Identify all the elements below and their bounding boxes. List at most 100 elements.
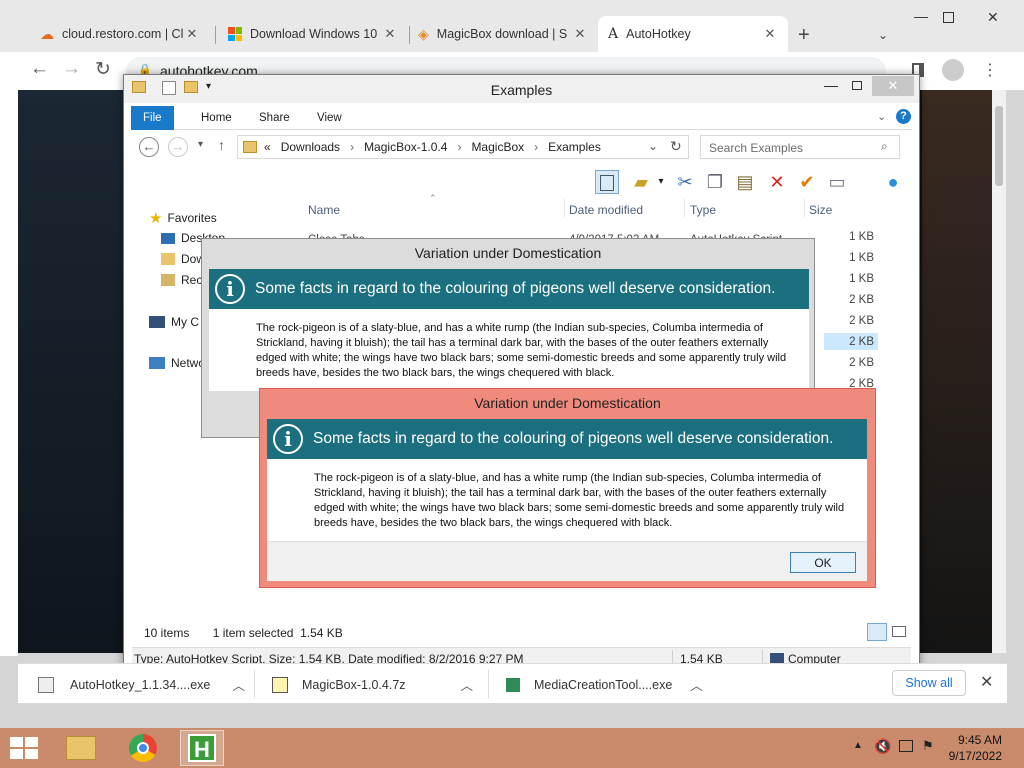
refresh-icon[interactable]: ↻ [670,138,682,155]
clock-time[interactable]: 9:45 AM [950,733,1002,747]
close-tab-icon[interactable]: ✕ [572,26,588,42]
back-arrow-icon[interactable]: ← [139,137,159,157]
file-size: 1 KB [849,252,874,264]
maximize-icon[interactable] [852,81,862,90]
ribbon-tab-home[interactable]: Home [189,106,244,130]
download-name: AutoHotkey_1.1.34....exe [70,677,211,692]
copy-icon[interactable]: ❐ [703,170,727,194]
maximize-icon[interactable] [943,12,954,23]
back-arrow-icon[interactable]: ← [30,58,49,80]
large-icons-view-icon[interactable] [892,626,906,637]
delete-icon[interactable]: ✕ [765,170,789,194]
chevron-up-icon[interactable]: ︿ [461,675,474,694]
ribbon-tab-file[interactable]: File [131,106,174,130]
close-window-button[interactable]: ✕ [872,76,914,96]
download-item-mediacreationtool[interactable]: MediaCreationTool....exe ︿ [506,675,703,694]
nav-recent[interactable]: Rec [161,273,202,287]
nav-label: Rec [181,273,203,287]
browser-tab-magicbox[interactable]: ◈ MagicBox download | S ✕ [408,16,598,52]
minimize-icon[interactable]: — [824,77,838,93]
profile-avatar-icon[interactable] [942,59,964,81]
autohotkey-taskbar-icon[interactable]: H [180,730,224,766]
forward-arrow-icon[interactable]: → [168,137,188,157]
nav-downloads[interactable]: Dow [161,252,205,266]
star-icon: ★ [149,210,163,227]
chevron-up-icon[interactable]: ︿ [232,675,245,694]
download-item-magicbox[interactable]: MagicBox-1.0.4.7z ︿ [272,675,473,694]
column-header-name[interactable]: Name [308,203,340,217]
network-icon[interactable] [899,740,913,752]
close-window-icon[interactable]: ✕ [987,9,999,26]
show-all-button[interactable]: Show all [892,670,966,696]
breadcrumb-item[interactable]: MagicBox-1.0.4 [364,140,447,154]
breadcrumb-item[interactable]: Downloads [281,140,340,154]
dialog-heading: Some facts in regard to the colouring of… [313,430,834,447]
reload-icon[interactable]: ↻ [95,58,111,81]
paste-icon[interactable]: ▤ [733,170,757,194]
address-bar[interactable]: « Downloads › MagicBox-1.0.4 › MagicBox … [237,135,689,159]
expand-ribbon-icon[interactable]: ⌄ [877,110,886,123]
column-header-date[interactable]: Date modified [569,203,643,217]
checkmark-icon[interactable]: ✔ [795,170,819,194]
search-box[interactable]: Search Examples ⌕ [700,135,900,159]
preview-pane-icon[interactable] [595,170,619,194]
show-hidden-icons-icon[interactable]: ▲ [853,740,863,751]
browser-tab-restoro[interactable]: ☁ cloud.restoro.com | Clou ✕ [30,16,210,52]
address-dropdown-icon[interactable]: ⌄ [648,139,658,153]
help-icon[interactable]: ? [896,109,911,124]
up-arrow-icon[interactable]: ↑ [218,137,225,153]
globe-icon[interactable]: ● [881,170,905,194]
close-tab-icon[interactable]: ✕ [762,26,778,42]
cut-icon[interactable]: ✂ [673,170,697,194]
tab-separator [215,26,216,44]
tab-title: MagicBox download | S [436,27,568,41]
details-view-icon[interactable] [867,623,887,641]
download-item-autohotkey[interactable]: AutoHotkey_1.1.34....exe ︿ [38,675,245,694]
dialog-title: Variation under Domestication [414,245,602,261]
breadcrumb-item[interactable]: MagicBox [471,140,524,154]
column-header-type[interactable]: Type [690,203,716,217]
ok-button[interactable]: OK [790,552,856,573]
file-size: 1 KB [849,231,874,243]
minimize-icon[interactable]: — [914,8,928,24]
recent-locations-icon[interactable]: ▾ [198,139,203,150]
dialog-banner: i Some facts in regard to the colouring … [209,269,809,309]
page-scrollbar[interactable] [992,90,1006,653]
close-downloads-icon[interactable]: ✕ [980,672,993,692]
forward-arrow-icon[interactable]: → [62,58,81,80]
browser-tab-autohotkey[interactable]: A AutoHotkey ✕ [598,16,788,52]
installer-file-icon [506,677,520,692]
download-name: MagicBox-1.0.4.7z [302,677,406,692]
tab-title: cloud.restoro.com | Clou [62,27,184,41]
menu-kebab-icon[interactable]: ⋮ [982,60,998,80]
start-windows-icon[interactable] [10,737,38,759]
ribbon-tab-view[interactable]: View [305,106,354,130]
clock-date[interactable]: 9/17/2022 [946,749,1002,763]
nav-computer[interactable]: My C [149,315,199,329]
file-explorer-taskbar-icon[interactable] [58,730,102,766]
chrome-taskbar-icon[interactable] [121,730,165,766]
volume-muted-icon[interactable]: 🔇 [874,738,891,755]
column-header-size[interactable]: Size [809,203,832,217]
browser-tab-strip: ☁ cloud.restoro.com | Clou ✕ Download Wi… [0,0,1024,52]
close-tab-icon[interactable]: ✕ [382,26,398,42]
rename-icon[interactable]: ▭ [825,170,849,194]
new-tab-button[interactable]: + [798,24,810,47]
breadcrumb-overflow[interactable]: « [264,140,271,154]
windows-logo-icon [228,27,242,41]
dropdown-icon[interactable]: ▾ [649,170,673,194]
nav-label: My C [171,315,199,329]
tab-search-chevron-icon[interactable]: ⌄ [878,28,888,42]
browser-tab-windows10[interactable]: Download Windows 10 ✕ [218,16,408,52]
chevron-up-icon[interactable]: ︿ [690,675,703,694]
action-center-icon[interactable]: ⚑ [922,738,934,754]
explorer-titlebar: ▾ Examples — ✕ [124,75,919,103]
ribbon-tab-share[interactable]: Share [247,106,302,130]
page-dark-background-left [18,90,128,653]
breadcrumb-item[interactable]: Examples [548,140,601,154]
nav-label: Favorites [167,211,217,225]
nav-network[interactable]: Netwo [149,356,205,370]
close-tab-icon[interactable]: ✕ [184,26,200,42]
dialog-banner: i Some facts in regard to the colouring … [267,419,867,459]
nav-favorites[interactable]: ★ Favorites [149,209,217,227]
